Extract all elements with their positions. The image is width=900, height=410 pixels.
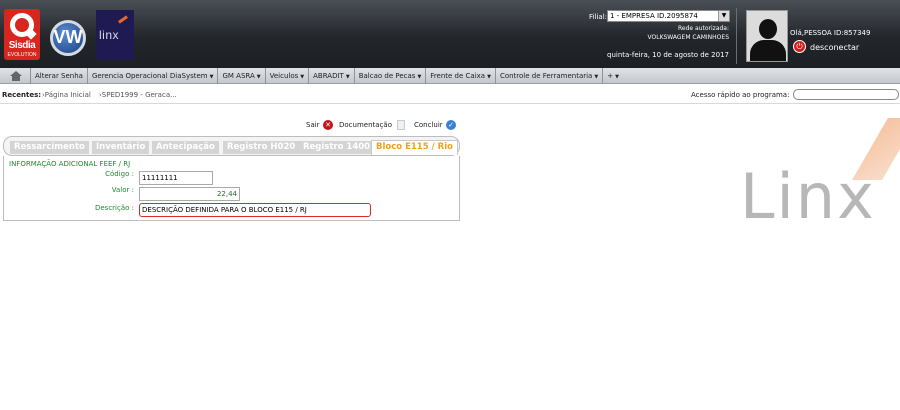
power-icon[interactable]: ⏻ [793,40,806,53]
header-divider [736,8,737,64]
filial-select[interactable]: 1 - EMPRESA ID.2095874 ▼ [607,10,730,22]
tab-registro-h020[interactable]: Registro H020 [223,141,300,154]
volkswagen-logo: VW [50,20,86,56]
menu-caret-icon: ▼ [615,73,619,80]
documentacao-button[interactable]: Documentação [339,119,392,132]
menu-item-gm-asra[interactable]: GM ASRA ▼ [217,67,264,84]
menu-item-label: GM ASRA [222,71,255,80]
menu-item-label: Alterar Senha [35,71,83,80]
menu-item-abradit[interactable]: ABRADIT ▼ [308,67,354,84]
sisdia-ring-icon [10,13,34,37]
close-icon[interactable]: ✕ [323,120,333,130]
document-icon[interactable] [397,120,405,130]
menu-item-label: Balcao de Pecas [358,71,416,80]
menu-item-label: Veiculos [269,71,299,80]
section-title: INFORMAÇÃO ADICIONAL FEEF / RJ [9,160,131,168]
documentacao-label: Documentação [339,121,392,129]
sisdia-logo-text: Sisdia [8,40,36,51]
valor-input[interactable]: 22,44 [139,187,240,201]
recentes-label: Recentes: [2,91,42,99]
linx-logo-text: linx [99,28,120,42]
codigo-label: Código : [105,170,134,178]
tab-inventario[interactable]: Inventário [92,141,150,154]
tab-strip: Ressarcimento Inventário Antecipação Reg… [3,136,460,156]
avatar-body [750,40,786,61]
active-tab-label: Bloco E115 [376,142,429,152]
tab-antecipacao[interactable]: Antecipação [152,141,219,154]
filial-select-value: 1 - EMPRESA ID.2095874 [610,12,698,20]
menu-item-label: Controle de Ferramentaria [499,71,593,80]
menu-caret-icon: ▼ [300,73,305,80]
concluir-button[interactable]: Concluir [414,119,443,132]
menu-caret-icon: ▼ [345,73,350,80]
menu-caret-icon: ▼ [594,73,599,80]
menu-item-label: Frente de Caixa [430,71,486,80]
tab-registro-1400[interactable]: Registro 1400 [299,141,375,154]
recent-link-sped1999[interactable]: ›SPED1999 - Geraca... [99,91,177,99]
menu-item-balcao-pecas[interactable]: Balcao de Pecas ▼ [353,67,426,84]
rede-label: Rede autorizada: [678,25,729,32]
main-menu: Alterar Senha Gerencia Operacional DiaSy… [0,67,900,84]
menu-item-label: + [607,71,614,80]
tab-content: INFORMAÇÃO ADICIONAL FEEF / RJ Código : … [3,156,460,221]
recent-bar: Recentes: ›Página Inicial ›SPED1999 - Ge… [0,88,900,102]
chevron-down-icon[interactable]: ▼ [718,11,729,21]
tab-ressarcimento[interactable]: Ressarcimento [10,141,89,154]
sair-label: Sair [306,121,320,129]
concluir-label: Concluir [414,121,443,129]
menu-item-alterar-senha[interactable]: Alterar Senha [30,67,87,84]
check-icon[interactable]: ✓ [446,120,456,130]
linx-x-mark-icon [118,15,128,24]
sisdia-logo: Sisdia EVOLUTION [4,9,40,60]
filial-label: Filial: [589,13,607,21]
disconnect-link[interactable]: desconectar [810,43,859,52]
linx-watermark: Linx [740,160,876,233]
top-header: Sisdia EVOLUTION VW linx Filial: 1 - EMP… [0,0,900,68]
active-tab-separator: / [428,142,438,152]
active-tab-suffix: Rio [437,142,453,152]
menu-item-label: Gerencia Operacional DiaSystem [91,71,208,80]
tab-bloco-e115-rio[interactable]: Bloco E115 / Rio [371,140,458,155]
quick-access-input[interactable] [793,89,899,100]
avatar-head [759,19,777,39]
current-date: quinta-feira, 10 de agosto de 2017 [607,51,729,59]
avatar [746,10,788,62]
rede-value: VOLKSWAGEM CAMINHOES [647,34,730,41]
menu-caret-icon: ▼ [417,73,422,80]
menu-caret-icon: ▼ [256,73,261,80]
sair-button[interactable]: Sair [306,119,320,132]
linx-logo: linx [96,10,134,60]
menu-item-controle-ferramentaria[interactable]: Controle de Ferramentaria ▼ [494,67,602,84]
quick-access-label: Acesso rápido ao programa: [691,91,790,99]
menu-item-more[interactable]: + ▼ [602,67,623,84]
descricao-label: Descrição : [94,204,134,212]
tab-panel: Ressarcimento Inventário Antecipação Reg… [3,136,460,221]
sisdia-logo-sub: EVOLUTION [7,52,37,58]
menu-item-label: ABRADIT [313,71,344,80]
descricao-input[interactable]: DESCRIÇÃO DEFINIDA PARA O BLOCO E115 / R… [139,203,371,217]
menu-caret-icon: ▼ [487,73,491,80]
menu-caret-icon: ▼ [209,73,214,80]
menu-item-veiculos[interactable]: Veiculos ▼ [264,67,309,84]
home-icon[interactable] [0,69,30,83]
recent-bar-divider [0,103,900,104]
codigo-input[interactable]: 11111111 [139,171,213,185]
user-greeting: Olá,PESSOA ID:857349 [790,29,871,37]
menu-item-frente-caixa[interactable]: Frente de Caixa ▼ [425,67,495,84]
recent-link-pagina-inicial[interactable]: ›Página Inicial [42,91,91,99]
vw-logo-text: VW [53,27,83,47]
menu-item-gerencia-operacional[interactable]: Gerencia Operacional DiaSystem ▼ [86,67,218,84]
valor-label: Valor : [111,186,134,194]
